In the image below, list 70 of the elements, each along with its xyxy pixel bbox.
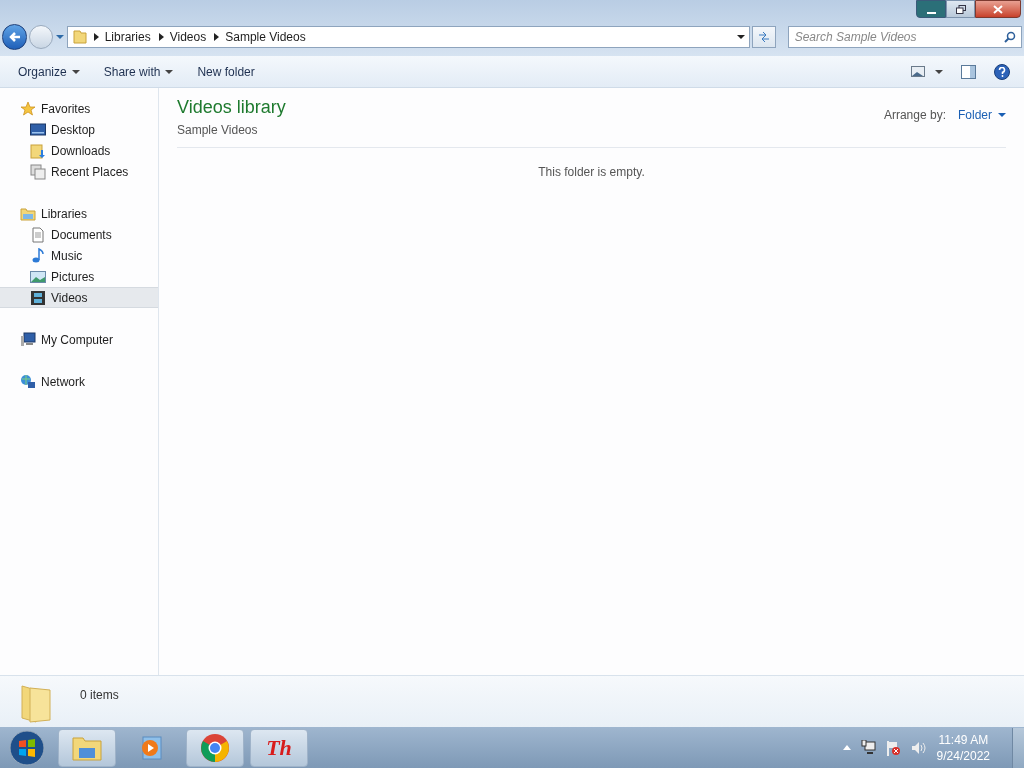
film-icon [30, 289, 46, 306]
browser-icon [199, 731, 231, 764]
history-dropdown[interactable] [54, 33, 65, 41]
taskbar-button[interactable] [186, 728, 244, 767]
music-note-icon [30, 247, 46, 264]
nav-item[interactable]: Documents [0, 224, 158, 245]
folder-download-icon [30, 142, 46, 159]
view-icon [911, 66, 925, 77]
speaker-icon [910, 740, 927, 755]
restore-icon [955, 4, 966, 14]
breadcrumb[interactable]: Videos [169, 28, 209, 46]
nav-item[interactable]: Pictures [0, 266, 158, 287]
nav-item[interactable]: Videos [0, 287, 158, 308]
network-icon [860, 740, 876, 755]
nav-item[interactable]: Recent Places [0, 161, 158, 182]
search-field[interactable]: Search Sample Videos [787, 26, 1022, 48]
folder-icon [71, 29, 88, 45]
show-hidden-icons-icon [842, 745, 851, 750]
close-icon [993, 4, 1003, 14]
desktop-icon [30, 121, 46, 138]
taskbar-button[interactable] [58, 728, 116, 767]
back-button[interactable] [2, 24, 28, 50]
nav-item[interactable]: Music [0, 245, 158, 266]
clock-time: 11:49 AM [938, 731, 989, 748]
search-icon [1004, 31, 1016, 43]
back-arrow-icon [8, 31, 21, 43]
empty-message: This folder is empty. [538, 164, 645, 181]
folder-icon [20, 205, 36, 222]
breadcrumb[interactable]: Libraries [104, 28, 153, 46]
toolbar-button[interactable]: Share with [93, 59, 184, 84]
recent-places-icon [30, 163, 46, 180]
network-icon [20, 373, 36, 390]
nav-item[interactable]: Favorites [0, 98, 158, 119]
picture-icon [30, 268, 46, 285]
minimize-icon [926, 12, 936, 14]
arrange-label: Arrange by: [883, 107, 946, 124]
restore-button[interactable] [946, 0, 975, 18]
nav-item[interactable]: Downloads [0, 140, 158, 161]
breadcrumb-arrow-icon [93, 33, 99, 41]
document-icon [30, 226, 46, 243]
computer-icon [20, 331, 36, 348]
caret-icon [998, 111, 1006, 119]
caret-icon [55, 33, 64, 41]
taskbar-button[interactable]: Th [250, 728, 308, 767]
breadcrumb-arrow-icon [214, 33, 220, 41]
arrange-dropdown[interactable]: Folder [958, 106, 1006, 124]
caret-icon [737, 33, 746, 41]
windows-logo-icon [9, 729, 45, 766]
close-button[interactable] [975, 0, 1021, 18]
caret-icon [71, 67, 80, 76]
nav-item[interactable]: Network [0, 371, 158, 392]
caret-icon [935, 67, 943, 76]
item-count: 0 items [80, 687, 119, 704]
star-icon [20, 100, 36, 117]
address-bar[interactable]: Libraries Videos Sample Videos [66, 26, 751, 48]
help-icon [994, 63, 1010, 80]
clock-date: 9/24/2022 [936, 747, 990, 764]
library-subtitle: Sample Videos [177, 122, 259, 139]
caret-icon [165, 67, 174, 76]
breadcrumb-arrow-icon [158, 33, 164, 41]
minimize-button[interactable] [916, 0, 946, 18]
nav-item[interactable]: My Computer [0, 329, 158, 350]
breadcrumb[interactable]: Sample Videos [225, 28, 308, 46]
toolbar-button[interactable]: Organize [8, 59, 90, 84]
preview-pane-icon [961, 64, 976, 79]
nav-item[interactable]: Libraries [0, 203, 158, 224]
toolbar-button[interactable]: New folder [187, 59, 265, 84]
nav-item[interactable]: Desktop [0, 119, 158, 140]
flag-error-icon [885, 739, 901, 756]
library-title: Videos library [177, 96, 286, 119]
